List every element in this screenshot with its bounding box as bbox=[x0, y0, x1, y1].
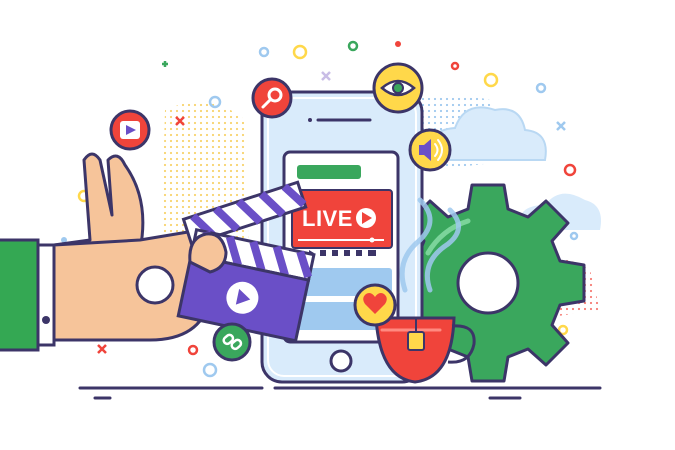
search-icon bbox=[251, 77, 293, 119]
eye-icon bbox=[372, 62, 424, 114]
live-label: LIVE bbox=[302, 206, 353, 231]
link-icon bbox=[212, 322, 252, 362]
live-streaming-illustration: LIVE bbox=[0, 40, 602, 400]
heart-icon bbox=[353, 283, 397, 327]
ground-lines bbox=[78, 386, 602, 400]
speaker-icon bbox=[408, 128, 452, 172]
live-play-icon bbox=[356, 208, 376, 228]
play-icon bbox=[109, 109, 151, 151]
